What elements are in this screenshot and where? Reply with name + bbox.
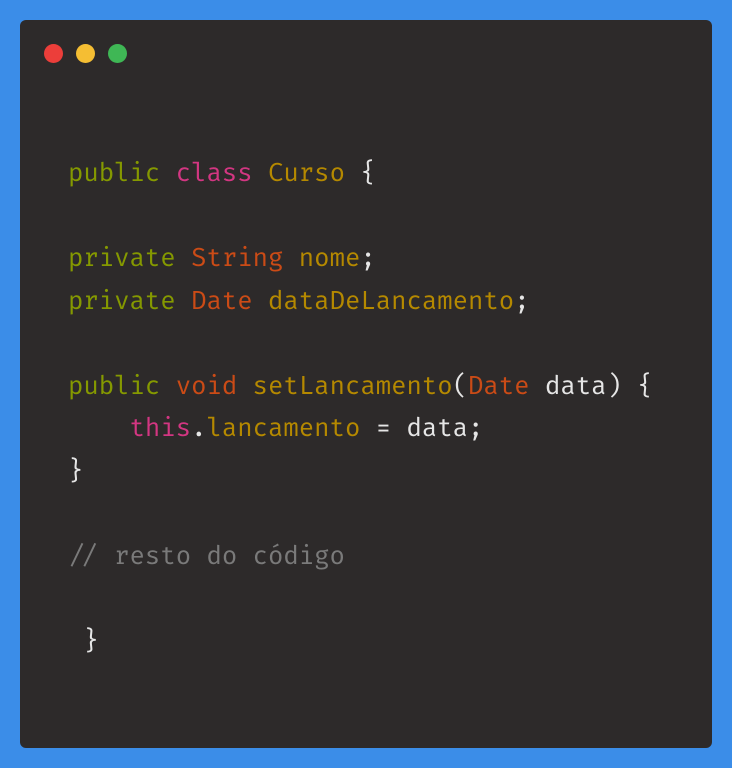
- method-name: setLancamento: [253, 371, 453, 402]
- minimize-icon[interactable]: [76, 44, 95, 63]
- param-name: data: [530, 371, 607, 402]
- brace-open: {: [622, 371, 653, 402]
- type-date: Date: [191, 286, 253, 317]
- type-string: String: [191, 243, 283, 274]
- class-name: Curso: [268, 158, 345, 189]
- code-block: public class Curso { private String nome…: [44, 153, 688, 663]
- keyword-class: class: [176, 158, 253, 189]
- keyword-this: this: [130, 413, 192, 444]
- keyword-public: public: [68, 158, 160, 189]
- keyword-void: void: [176, 371, 238, 402]
- maximize-icon[interactable]: [108, 44, 127, 63]
- close-icon[interactable]: [44, 44, 63, 63]
- field-lancamento: lancamento: [206, 413, 360, 444]
- traffic-lights: [44, 44, 688, 63]
- paren-open: (: [453, 371, 468, 402]
- dot: .: [191, 413, 206, 444]
- keyword-private: private: [68, 243, 176, 274]
- comment: // resto do código: [68, 541, 345, 572]
- paren-close: ): [607, 371, 622, 402]
- field-data: dataDeLancamento: [268, 286, 514, 317]
- assignment: = data;: [360, 413, 483, 444]
- param-type: Date: [468, 371, 530, 402]
- brace-close: }: [68, 456, 83, 487]
- code-window: public class Curso { private String nome…: [20, 20, 712, 748]
- field-nome: nome: [299, 243, 361, 274]
- indent: [68, 413, 130, 444]
- semicolon: ;: [514, 286, 529, 317]
- brace-open: {: [345, 158, 376, 189]
- semicolon: ;: [360, 243, 375, 274]
- keyword-private: private: [68, 286, 176, 317]
- keyword-public: public: [68, 371, 160, 402]
- brace-close: }: [68, 626, 99, 657]
